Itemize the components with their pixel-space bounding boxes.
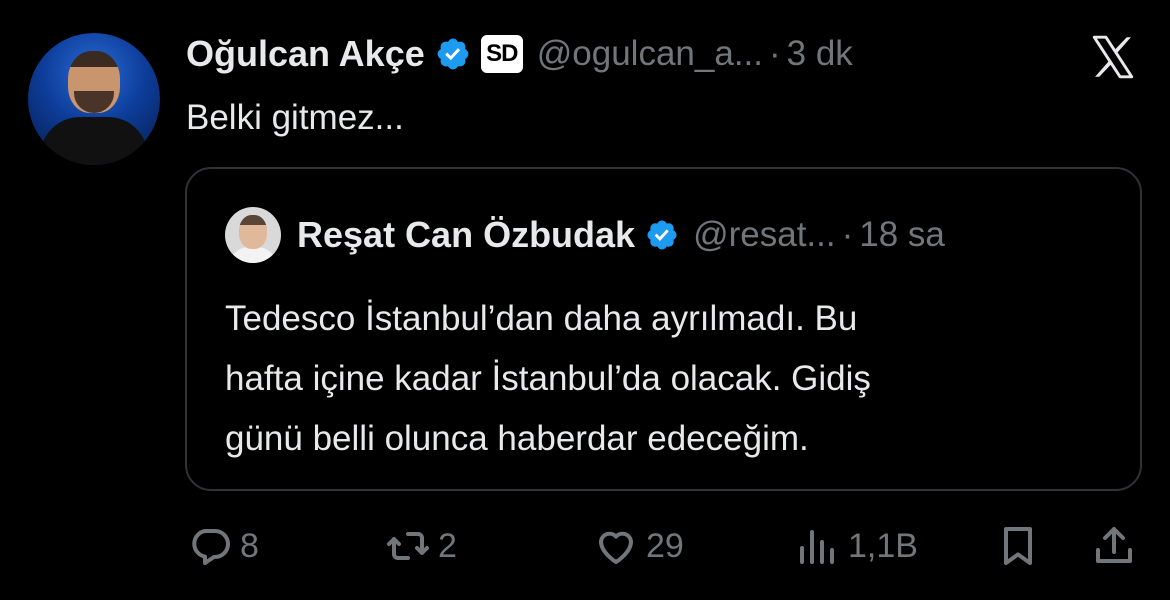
quoted-header: Reşat Can Özbudak @resat... · 18 sa <box>297 214 945 256</box>
x-logo-icon <box>1092 35 1134 79</box>
affiliate-badge: SD <box>480 35 523 73</box>
action-bar: 8 2 29 1,1B <box>0 518 1170 574</box>
repost-button[interactable]: 2 <box>384 518 457 574</box>
quoted-author-avatar[interactable] <box>225 207 281 263</box>
views-count: 1,1B <box>848 526 918 565</box>
separator-dot: · <box>769 34 781 73</box>
separator-dot: · <box>841 215 854 254</box>
quoted-time[interactable]: 18 sa <box>859 215 945 255</box>
quoted-text-line: hafta içine kadar İstanbul’da olacak. Gi… <box>225 359 871 398</box>
heart-icon <box>599 531 633 564</box>
reply-icon <box>192 529 230 565</box>
tweet-time[interactable]: 3 dk <box>787 34 853 74</box>
views-button[interactable]: 1,1B <box>794 518 918 574</box>
quoted-tweet[interactable]: Reşat Can Özbudak @resat... · 18 sa Tede… <box>185 167 1142 491</box>
repost-icon <box>387 532 429 560</box>
quoted-author-handle[interactable]: @resat... <box>693 215 836 255</box>
share-button[interactable] <box>1090 518 1138 574</box>
verified-badge-icon <box>647 220 677 250</box>
author-name[interactable]: Oğulcan Akçe <box>186 33 425 75</box>
bookmark-icon <box>1004 527 1032 565</box>
tweet-text: Belki gitmez... <box>186 98 404 137</box>
tweet-header: Oğulcan Akçe SD @ogulcan_a... · 3 dk <box>186 28 853 80</box>
verified-badge-icon <box>437 38 469 70</box>
share-icon <box>1096 527 1132 563</box>
quoted-author-name[interactable]: Reşat Can Özbudak <box>297 214 635 256</box>
quoted-text-line: Tedesco İstanbul’dan daha ayrılmadı. Bu <box>225 299 858 338</box>
like-button[interactable]: 29 <box>592 518 684 574</box>
author-avatar[interactable] <box>28 33 160 165</box>
like-count: 29 <box>646 526 684 565</box>
author-handle[interactable]: @ogulcan_a... <box>537 34 763 74</box>
repost-count: 2 <box>438 526 457 565</box>
bookmark-button[interactable] <box>994 518 1042 574</box>
quoted-text: Tedesco İstanbul’dan daha ayrılmadı. Bu … <box>225 289 1105 469</box>
reply-count: 8 <box>240 526 259 565</box>
quoted-text-line: günü belli olunca haberdar edeceğim. <box>225 419 809 458</box>
reply-button[interactable]: 8 <box>186 518 259 574</box>
views-icon <box>800 530 834 564</box>
